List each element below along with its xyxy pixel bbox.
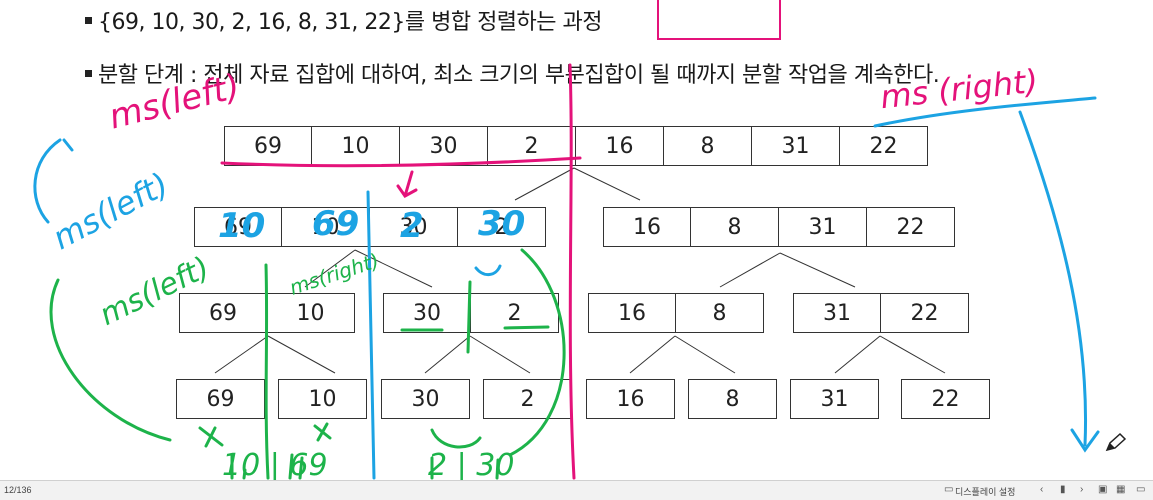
book-view-icon[interactable]: ▮: [1060, 484, 1066, 495]
display-icon[interactable]: ▭: [944, 484, 953, 495]
status-bar: 12/136 ▭ 디스플레이 설정 ‹ ▮ › ▣ ▦ ▭: [0, 480, 1153, 500]
display-settings-button[interactable]: 디스플레이 설정: [955, 485, 1015, 498]
annotation-over-cell-1: 10: [218, 206, 266, 246]
slide-sorter-icon[interactable]: ▦: [1116, 484, 1125, 495]
normal-view-icon[interactable]: ▣: [1098, 484, 1107, 495]
next-page-icon[interactable]: ›: [1080, 484, 1083, 495]
page-indicator: 12/136: [4, 485, 32, 495]
slide: {69, 10, 30, 2, 16, 8, 31, 22}를 병합 정렬하는 …: [0, 0, 1153, 480]
pink-ink: [220, 63, 582, 480]
annotation-merged-left: 10 | 69: [222, 448, 328, 480]
reading-view-icon[interactable]: ▭: [1136, 484, 1145, 495]
annotation-over-cell-3: 2: [400, 206, 424, 246]
annotation-over-cell-4: 30: [478, 204, 526, 244]
annotation-merged-right: 2 | 30: [428, 448, 515, 480]
pencil-cursor-icon: [1105, 432, 1127, 452]
prev-page-icon[interactable]: ‹: [1040, 484, 1043, 495]
annotation-over-cell-2: 69: [312, 204, 360, 244]
